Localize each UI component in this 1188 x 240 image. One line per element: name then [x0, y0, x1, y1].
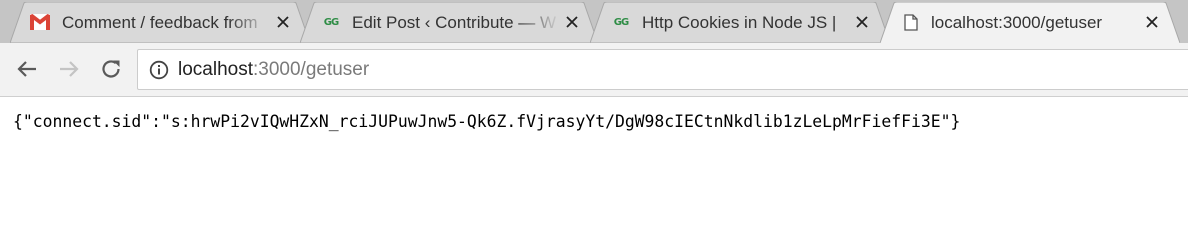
- url-path: :3000/getuser: [253, 59, 370, 80]
- tab-title: localhost:3000/getuser: [931, 13, 1103, 32]
- toolbar: localhost:3000/getuser: [0, 43, 1188, 97]
- back-arrow-icon[interactable]: [13, 55, 41, 83]
- info-icon[interactable]: [149, 60, 169, 80]
- url-host: localhost: [178, 59, 253, 80]
- tab-title: Http Cookies in Node JS |: [642, 13, 837, 32]
- close-tab-icon[interactable]: [853, 13, 871, 31]
- close-tab-icon[interactable]: [274, 13, 292, 31]
- close-tab-icon[interactable]: [563, 13, 581, 31]
- gfg-icon: GG: [613, 16, 629, 28]
- gmail-icon: [30, 12, 50, 32]
- close-tab-icon[interactable]: [1143, 13, 1161, 31]
- json-response-text: {"connect.sid":"s:hrwPi2vIQwHZxN_rciJUPu…: [13, 112, 961, 131]
- reload-icon[interactable]: [97, 55, 125, 83]
- tab-title: Edit Post ‹ Contribute — W: [352, 13, 557, 32]
- forward-arrow-icon[interactable]: [55, 55, 83, 83]
- tab-strip: Comment / feedback from GG Edit Post ‹ C…: [0, 0, 1188, 43]
- browser-window: Comment / feedback from GG Edit Post ‹ C…: [0, 0, 1188, 228]
- url-text: localhost:3000/getuser: [178, 59, 369, 81]
- tab-title: Comment / feedback from: [62, 13, 258, 32]
- gfg-icon: GG: [323, 16, 339, 28]
- tab-edit-post[interactable]: GG Edit Post ‹ Contribute — W: [300, 2, 598, 43]
- page-content: {"connect.sid":"s:hrwPi2vIQwHZxN_rciJUPu…: [0, 97, 1188, 228]
- tab-localhost-active[interactable]: localhost:3000/getuser: [880, 2, 1180, 43]
- tab-gmail[interactable]: Comment / feedback from: [10, 2, 310, 43]
- address-bar[interactable]: localhost:3000/getuser: [137, 49, 1188, 90]
- tab-http-cookies[interactable]: GG Http Cookies in Node JS |: [590, 2, 890, 43]
- page-icon: [901, 12, 921, 32]
